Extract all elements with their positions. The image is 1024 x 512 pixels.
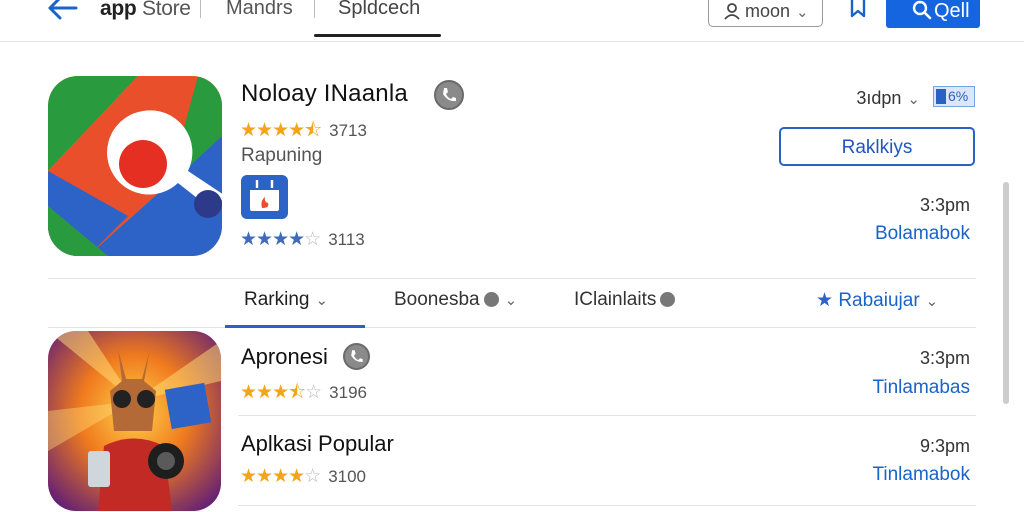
- featured-app-icon[interactable]: [48, 76, 222, 256]
- list-app-icon[interactable]: [48, 331, 221, 511]
- list-item-title[interactable]: Apronesi: [241, 344, 328, 370]
- info-icon: [483, 292, 499, 307]
- list-item-link[interactable]: Tinlamabas: [820, 377, 970, 399]
- search-label: Qell: [934, 0, 970, 22]
- get-button[interactable]: Raklkiys: [779, 127, 975, 166]
- calendar-badge-icon: [241, 175, 288, 219]
- featured-app-title[interactable]: Noloay INaanla: [241, 80, 408, 108]
- chevron-down-icon: ⌄: [796, 4, 809, 21]
- star-icon: ★★★: [240, 382, 289, 403]
- nav-item-spldcech[interactable]: Spldcech: [338, 0, 420, 20]
- phone-icon: [434, 80, 464, 110]
- divider: [238, 505, 976, 506]
- user-label: moon: [745, 1, 791, 21]
- user-icon: [724, 3, 740, 20]
- nav-item-mandrs[interactable]: Mandrs: [226, 0, 293, 20]
- chevron-down-icon: ⌄: [315, 292, 329, 309]
- divider: [200, 0, 201, 18]
- back-arrow-icon[interactable]: [44, 0, 80, 24]
- list-item-time: 9:3pm: [919, 436, 970, 456]
- featured-link[interactable]: Bolamabok: [840, 223, 970, 245]
- tab-rabaiujar[interactable]: ★ Rabaiujar ⌄: [816, 289, 938, 312]
- featured-time: 3:3pm: [919, 195, 970, 215]
- featured-second-rating: ★★★★☆ 3113: [240, 228, 365, 251]
- divider: [238, 415, 976, 416]
- star-empty-icon: ☆: [304, 466, 321, 487]
- featured-rating: ★★★★⯪ 3713: [240, 116, 367, 148]
- star-icon: ★: [816, 290, 834, 311]
- star-empty-icon: ☆: [304, 229, 321, 250]
- phone-icon: [343, 343, 370, 370]
- tab-bar: Rarking ⌄ Boonesba ⌄ IClainlaits ★ Rabaiuj…: [48, 278, 976, 328]
- top-bar: app Store Mandrs Spldcech moon ⌄ Qell: [0, 0, 1024, 42]
- star-half-icon: ⯪: [304, 120, 322, 141]
- list-item-rating: ★★★⯪☆ 3196: [240, 378, 367, 410]
- list-item-title[interactable]: Aplkasi Popular: [241, 431, 394, 457]
- search-icon: [912, 0, 932, 20]
- star-empty-icon: ☆: [305, 382, 322, 403]
- star-icon: ★★★★: [240, 466, 305, 487]
- star-half-icon: ⯪: [288, 382, 306, 403]
- discount-badge: 6%: [933, 86, 975, 107]
- search-button[interactable]: Qell: [886, 0, 980, 28]
- divider: [314, 0, 315, 18]
- list-item-link[interactable]: Tinlamabok: [820, 464, 970, 486]
- rating-count: 3113: [328, 230, 365, 249]
- rating-count: 3196: [329, 383, 367, 402]
- list-item-time: 3:3pm: [919, 348, 970, 368]
- app-store-logo[interactable]: app Store: [100, 0, 191, 21]
- tab-boonesba[interactable]: Boonesba ⌄: [394, 289, 517, 311]
- featured-app-category: Rapuning: [241, 145, 323, 166]
- user-menu-button[interactable]: moon ⌄: [708, 0, 823, 27]
- scrollbar[interactable]: [1003, 182, 1009, 404]
- info-icon: [660, 292, 676, 307]
- chevron-down-icon: ⌄: [504, 292, 518, 309]
- active-tab-indicator: [225, 325, 365, 328]
- price-dropdown[interactable]: 3ıdpn ⌄: [830, 88, 920, 109]
- chevron-down-icon: ⌄: [925, 293, 939, 310]
- rating-count: 3713: [329, 121, 367, 140]
- tab-ranking[interactable]: Rarking ⌄: [244, 289, 328, 311]
- bookmark-icon[interactable]: [846, 0, 870, 20]
- star-icon: ★★★★: [240, 229, 305, 250]
- active-nav-indicator: [314, 34, 441, 37]
- tab-iclainlaits[interactable]: IClainlaits: [574, 289, 676, 311]
- rating-count: 3100: [328, 467, 367, 486]
- star-icon: ★★★★: [240, 120, 305, 141]
- list-item-rating: ★★★★☆ 3100: [240, 465, 366, 488]
